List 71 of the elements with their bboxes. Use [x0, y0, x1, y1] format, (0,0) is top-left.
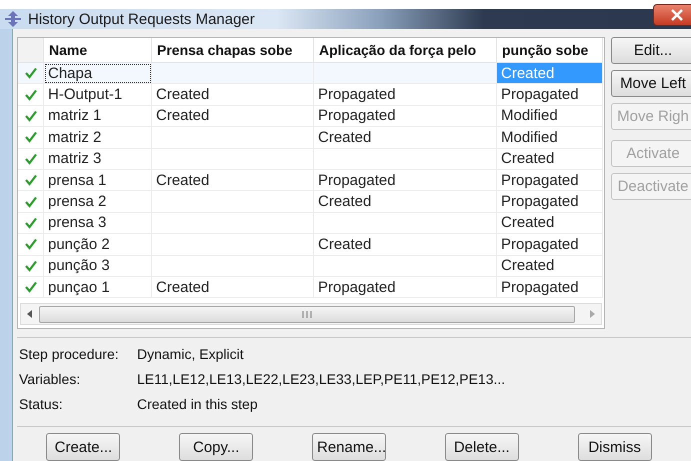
table-cell: Created — [152, 276, 314, 298]
table-cell: Created — [152, 170, 314, 192]
info-value: Created in this step — [137, 396, 258, 412]
info-value: LE11,LE12,LE13,LE22,LE23,LE33,LEP,PE11,PE12,PE13... — [137, 371, 506, 387]
table-cell: punçao 1 — [44, 276, 152, 298]
window-title: History Output Requests Manager — [28, 10, 255, 28]
table-cell: Created — [314, 127, 497, 149]
dialog-button[interactable]: Create... — [46, 433, 120, 461]
table-cell: matriz 3 — [44, 148, 152, 170]
close-icon — [670, 9, 684, 21]
table-cell: Propagated — [314, 106, 497, 128]
horizontal-scrollbar[interactable] — [20, 303, 602, 325]
table-row[interactable]: punção 3 Created — [18, 256, 603, 277]
table-cell: Created — [497, 212, 603, 234]
table-cell: prensa 3 — [44, 212, 152, 234]
table-cell: Created — [314, 234, 497, 256]
table-row[interactable]: matriz 3 Created — [18, 148, 603, 170]
table-cell: Created — [497, 63, 603, 84]
table-cell: prensa 1 — [44, 170, 152, 192]
info-value: Dynamic, Explicit — [137, 346, 244, 362]
table-cell: punção 2 — [44, 234, 152, 256]
table-cell: H-Output-1 — [44, 84, 152, 106]
table-row[interactable]: prensa 3 Created — [18, 212, 603, 234]
table-row[interactable]: prensa 2 Created Propagated — [18, 191, 603, 213]
dialog-button[interactable]: Dismiss — [578, 433, 652, 461]
table-cell: Propagated — [497, 84, 603, 106]
table-cell: Chapa — [44, 63, 152, 84]
info-label: Status: — [19, 396, 64, 412]
table-cell: Propagated — [497, 276, 603, 298]
column-header[interactable]: punção sobe — [497, 38, 603, 63]
table-cell: matriz 2 — [44, 127, 152, 149]
table-row[interactable]: matriz 2 Created Modified — [18, 127, 603, 149]
grip-icon — [302, 310, 312, 318]
table-cell: Propagated — [497, 191, 603, 213]
column-header[interactable]: Name — [44, 38, 152, 63]
close-button[interactable] — [653, 4, 691, 26]
right-arrow-icon[interactable] — [589, 310, 595, 318]
dialog-button[interactable]: Delete... — [444, 433, 519, 461]
table-cell: matriz 1 — [44, 106, 152, 128]
table-cell: Propagated — [314, 276, 497, 298]
table-cell: Created — [497, 148, 603, 170]
table-row[interactable]: punção 2 Created Propagated — [18, 234, 603, 256]
table-cell: Propagated — [314, 170, 497, 192]
side-button[interactable]: Edit... — [611, 37, 691, 64]
table-cell: Created — [152, 84, 314, 106]
app-icon — [4, 10, 22, 28]
side-button[interactable]: Move Left — [611, 70, 691, 97]
table-row[interactable]: H-Output-1 Created Propagated Propagated — [18, 84, 603, 106]
table-cell: Created — [152, 106, 314, 128]
scrollbar-thumb[interactable] — [39, 306, 575, 322]
table-row[interactable]: matriz 1 Created Propagated Modified — [18, 106, 603, 128]
table-cell: Modified — [497, 127, 603, 149]
table-row[interactable]: punçao 1 Created Propagated Propagated — [18, 276, 603, 298]
table-cell: Propagated — [497, 170, 603, 192]
left-arrow-icon[interactable] — [27, 310, 33, 318]
column-header[interactable]: Prensa chapas sobe — [152, 38, 314, 63]
table-cell: Modified — [497, 106, 603, 128]
header-corner — [18, 38, 44, 63]
column-header[interactable]: Aplicação da força pelo — [314, 38, 497, 63]
info-label: Variables: — [19, 371, 82, 387]
table-row[interactable]: Chapa Created — [18, 63, 603, 84]
table-cell: prensa 2 — [44, 191, 152, 213]
table-row[interactable]: prensa 1 Created Propagated Propagated — [18, 170, 603, 192]
table-cell: Created — [314, 191, 497, 213]
table-cell: punção 3 — [44, 256, 152, 277]
table-cell: Propagated — [497, 234, 603, 256]
table-cell: Created — [497, 256, 603, 277]
info-label: Step procedure: — [19, 346, 120, 362]
dialog-button[interactable]: Rename... — [312, 433, 386, 461]
dialog-button[interactable]: Copy... — [179, 433, 254, 461]
table-cell: Propagated — [314, 84, 497, 106]
